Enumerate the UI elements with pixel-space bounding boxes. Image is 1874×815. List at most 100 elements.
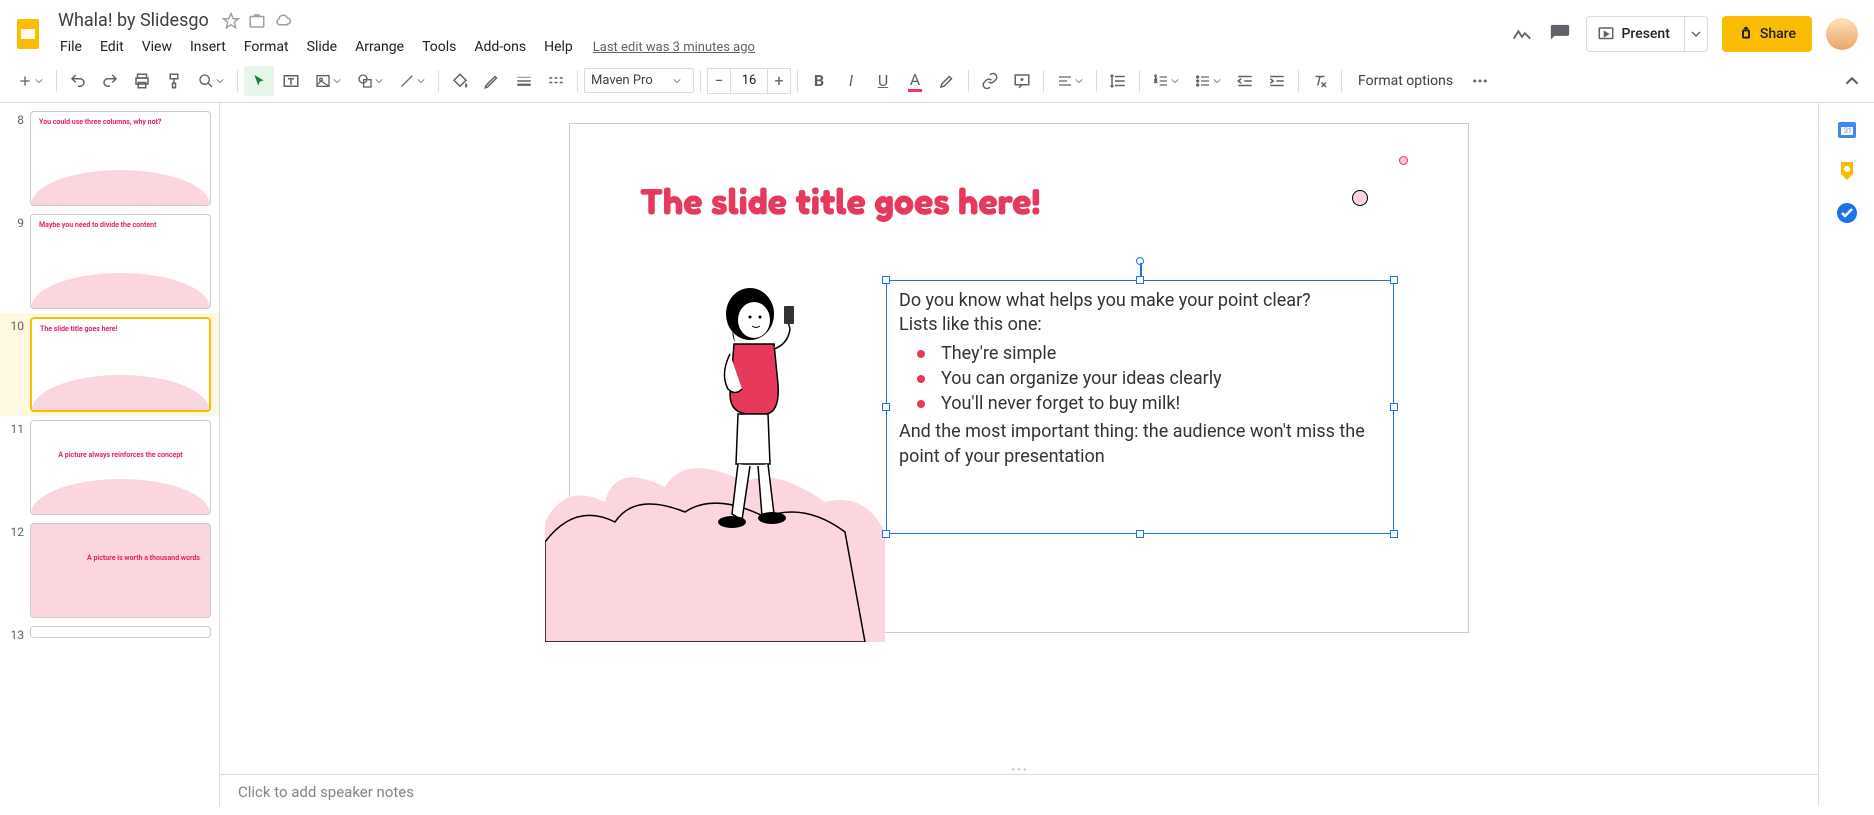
redo-button[interactable]	[95, 66, 125, 96]
slide-thumbnail-9[interactable]: 9 Maybe you need to divide the content	[0, 210, 219, 313]
new-slide-button[interactable]	[10, 66, 50, 96]
paint-format-button[interactable]	[159, 66, 189, 96]
image-tool[interactable]	[308, 66, 348, 96]
slide-thumbnail-10[interactable]: 10 The slide title goes here!	[0, 313, 219, 416]
text-color-button[interactable]: A	[900, 66, 930, 96]
tasks-addon-icon[interactable]	[1835, 201, 1859, 225]
side-panel: 31	[1818, 103, 1874, 806]
app-logo[interactable]	[8, 14, 48, 54]
resize-handle-br[interactable]	[1390, 530, 1398, 538]
border-color-button[interactable]	[477, 66, 507, 96]
calendar-addon-icon[interactable]: 31	[1835, 117, 1859, 141]
app-header: Whala! by Slidesgo File Edit View Insert…	[0, 0, 1874, 59]
menu-help[interactable]: Help	[536, 35, 581, 59]
highlight-button[interactable]	[932, 66, 962, 96]
textbox-tool[interactable]	[276, 66, 306, 96]
menu-slide[interactable]: Slide	[299, 35, 345, 59]
present-dropdown[interactable]	[1684, 17, 1707, 51]
resize-handle-bl[interactable]	[882, 530, 890, 538]
menu-addons[interactable]: Add-ons	[466, 35, 534, 59]
menu-tools[interactable]: Tools	[414, 35, 464, 59]
star-icon[interactable]	[221, 11, 241, 31]
italic-button[interactable]: I	[836, 66, 866, 96]
link-button[interactable]	[975, 66, 1005, 96]
share-label: Share	[1760, 26, 1796, 42]
comments-icon[interactable]	[1548, 22, 1572, 46]
last-edit-link[interactable]: Last edit was 3 minutes ago	[593, 40, 755, 55]
toolbar: Maven Pro − 16 + B I U A 12 Format optio…	[0, 59, 1874, 103]
shape-tool[interactable]	[350, 66, 390, 96]
cloud-icon[interactable]	[273, 11, 293, 31]
present-label: Present	[1621, 26, 1669, 42]
body-line-2: Lists like this one:	[899, 313, 1381, 337]
slide-title[interactable]: The slide title goes here!	[640, 180, 1040, 223]
present-button[interactable]: Present	[1587, 17, 1683, 51]
resize-handle-rm[interactable]	[1390, 403, 1398, 411]
border-dash-button[interactable]	[541, 66, 571, 96]
menu-arrange[interactable]: Arrange	[347, 35, 412, 59]
resize-handle-tm[interactable]	[1136, 276, 1144, 284]
svg-text:31: 31	[1844, 127, 1852, 135]
decoration-circle-large	[1352, 190, 1368, 206]
filmstrip[interactable]: 8 You could use three columns, why not? …	[0, 103, 220, 806]
comment-button[interactable]	[1007, 66, 1037, 96]
slide-canvas[interactable]: The slide title goes here!	[569, 123, 1469, 633]
slide-thumbnail-11[interactable]: 11 A picture always reinforces the conce…	[0, 416, 219, 519]
menu-insert[interactable]: Insert	[182, 35, 234, 59]
print-button[interactable]	[127, 66, 157, 96]
line-spacing-button[interactable]	[1103, 66, 1133, 96]
account-avatar[interactable]	[1826, 18, 1858, 50]
resize-handle-tl[interactable]	[882, 276, 890, 284]
bullet-1: They're simple	[899, 342, 1381, 366]
menu-view[interactable]: View	[134, 35, 180, 59]
speaker-notes[interactable]: Click to add speaker notes	[220, 774, 1818, 806]
fill-color-button[interactable]	[445, 66, 475, 96]
indent-decrease-button[interactable]	[1230, 66, 1260, 96]
font-family-select[interactable]: Maven Pro	[584, 68, 694, 93]
font-size-value[interactable]: 16	[731, 68, 767, 94]
slide-thumbnail-8[interactable]: 8 You could use three columns, why not?	[0, 107, 219, 210]
clear-formatting-button[interactable]	[1305, 66, 1335, 96]
doc-title[interactable]: Whala! by Slidesgo	[52, 8, 215, 33]
share-button[interactable]: Share	[1722, 16, 1812, 52]
resize-handle-tr[interactable]	[1390, 276, 1398, 284]
slide-thumbnail-12[interactable]: 12 A picture is worth a thousand words	[0, 519, 219, 622]
main-area: 8 You could use three columns, why not? …	[0, 103, 1874, 806]
menu-file[interactable]: File	[52, 35, 90, 59]
resize-handle-lm[interactable]	[882, 403, 890, 411]
line-tool[interactable]	[392, 66, 432, 96]
font-size-decrease[interactable]: −	[707, 68, 731, 94]
move-icon[interactable]	[247, 11, 267, 31]
numbered-list-button[interactable]: 12	[1146, 66, 1186, 96]
body-line-1: Do you know what helps you make your poi…	[899, 289, 1381, 313]
bold-button[interactable]: B	[804, 66, 834, 96]
present-button-group: Present	[1586, 16, 1707, 52]
select-tool[interactable]	[244, 66, 274, 96]
undo-button[interactable]	[63, 66, 93, 96]
decoration-circle-small	[1399, 156, 1408, 165]
font-size-increase[interactable]: +	[767, 68, 791, 94]
font-name-value: Maven Pro	[591, 73, 653, 88]
more-button[interactable]	[1465, 66, 1495, 96]
menu-edit[interactable]: Edit	[92, 35, 132, 59]
notes-drag-handle[interactable]: • • •	[220, 766, 1818, 774]
canvas-area: The slide title goes here!	[220, 103, 1818, 806]
slide-thumbnail-13[interactable]: 13	[0, 622, 219, 646]
bulleted-list-button[interactable]	[1188, 66, 1228, 96]
body-textbox[interactable]: Do you know what helps you make your poi…	[886, 280, 1394, 534]
resize-handle-bm[interactable]	[1136, 530, 1144, 538]
zoom-button[interactable]	[191, 66, 231, 96]
menu-format[interactable]: Format	[236, 35, 297, 59]
align-button[interactable]	[1050, 66, 1090, 96]
bullet-2: You can organize your ideas clearly	[899, 367, 1381, 391]
activity-icon[interactable]	[1510, 22, 1534, 46]
menubar: File Edit View Insert Format Slide Arran…	[52, 35, 1510, 59]
underline-button[interactable]: U	[868, 66, 898, 96]
border-weight-button[interactable]	[509, 66, 539, 96]
indent-increase-button[interactable]	[1262, 66, 1292, 96]
svg-text:2: 2	[1154, 78, 1157, 84]
collapse-toolbar-button[interactable]	[1840, 69, 1864, 93]
keep-addon-icon[interactable]	[1835, 159, 1859, 183]
format-options-button[interactable]: Format options	[1348, 73, 1463, 89]
title-area: Whala! by Slidesgo File Edit View Insert…	[52, 8, 1510, 59]
